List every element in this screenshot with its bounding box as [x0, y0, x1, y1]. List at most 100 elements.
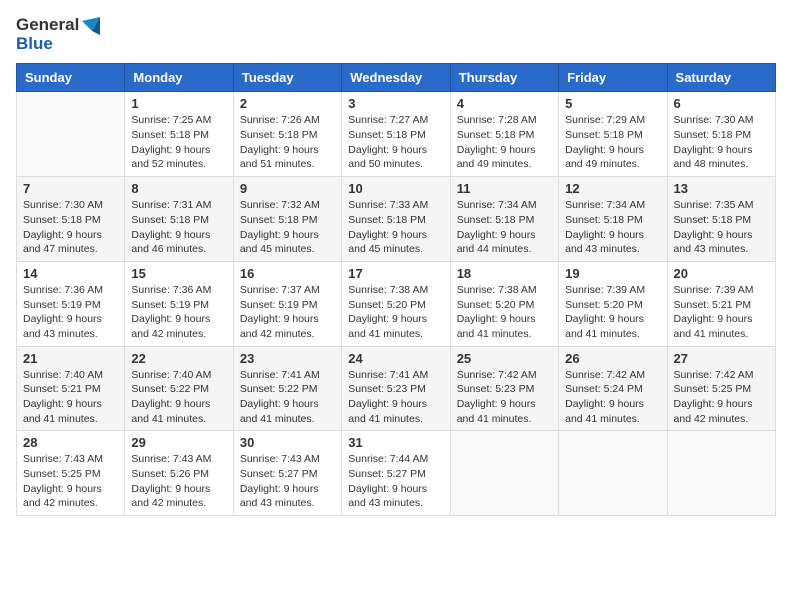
weekday-header-tuesday: Tuesday: [233, 64, 341, 92]
day-number: 24: [348, 351, 443, 366]
day-number: 12: [565, 181, 660, 196]
day-number: 21: [23, 351, 118, 366]
day-number: 20: [674, 266, 769, 281]
calendar-cell: 5 Sunrise: 7:29 AMSunset: 5:18 PMDaylight…: [559, 92, 667, 177]
day-info: Sunrise: 7:33 AMSunset: 5:18 PMDaylight:…: [348, 198, 443, 257]
calendar-cell: 23Sunrise: 7:41 AMSunset: 5:22 PMDayligh…: [233, 346, 341, 431]
day-info: Sunrise: 7:28 AMSunset: 5:18 PMDaylight:…: [457, 113, 552, 172]
page-header: General Blue: [16, 16, 776, 53]
calendar-cell: 3 Sunrise: 7:27 AMSunset: 5:18 PMDaylight…: [342, 92, 450, 177]
calendar-cell: 19Sunrise: 7:39 AMSunset: 5:20 PMDayligh…: [559, 261, 667, 346]
calendar-cell: 28Sunrise: 7:43 AMSunset: 5:25 PMDayligh…: [17, 431, 125, 516]
day-info: Sunrise: 7:25 AMSunset: 5:18 PMDaylight:…: [131, 113, 226, 172]
day-info: Sunrise: 7:40 AMSunset: 5:22 PMDaylight:…: [131, 368, 226, 427]
day-info: Sunrise: 7:32 AMSunset: 5:18 PMDaylight:…: [240, 198, 335, 257]
day-number: 16: [240, 266, 335, 281]
day-info: Sunrise: 7:41 AMSunset: 5:22 PMDaylight:…: [240, 368, 335, 427]
calendar-cell: 29 Sunrise: 7:43 AMSunset: 5:26 PMDayligh…: [125, 431, 233, 516]
day-info: Sunrise: 7:42 AMSunset: 5:24 PMDaylight:…: [565, 368, 660, 427]
day-number: 9: [240, 181, 335, 196]
calendar-cell: [17, 92, 125, 177]
day-info: Sunrise: 7:36 AMSunset: 5:19 PMDaylight:…: [23, 283, 118, 342]
calendar-week-3: 14Sunrise: 7:36 AMSunset: 5:19 PMDayligh…: [17, 261, 776, 346]
day-number: 1: [131, 96, 226, 111]
weekday-header-sunday: Sunday: [17, 64, 125, 92]
day-number: 10: [348, 181, 443, 196]
day-number: 22: [131, 351, 226, 366]
weekday-header-saturday: Saturday: [667, 64, 775, 92]
day-number: 18: [457, 266, 552, 281]
day-info: Sunrise: 7:30 AMSunset: 5:18 PMDaylight:…: [23, 198, 118, 257]
day-info: Sunrise: 7:35 AMSunset: 5:18 PMDaylight:…: [674, 198, 769, 257]
calendar-cell: 2 Sunrise: 7:26 AMSunset: 5:18 PMDaylight…: [233, 92, 341, 177]
day-number: 6: [674, 96, 769, 111]
logo-general: General: [16, 15, 79, 34]
calendar-cell: 18 Sunrise: 7:38 AMSunset: 5:20 PMDayligh…: [450, 261, 558, 346]
day-number: 5: [565, 96, 660, 111]
calendar-cell: 12 Sunrise: 7:34 AMSunset: 5:18 PMDayligh…: [559, 177, 667, 262]
calendar-cell: 13 Sunrise: 7:35 AMSunset: 5:18 PMDayligh…: [667, 177, 775, 262]
calendar-cell: 17 Sunrise: 7:38 AMSunset: 5:20 PMDayligh…: [342, 261, 450, 346]
day-number: 30: [240, 435, 335, 450]
day-info: Sunrise: 7:43 AMSunset: 5:27 PMDaylight:…: [240, 452, 335, 511]
calendar-week-5: 28Sunrise: 7:43 AMSunset: 5:25 PMDayligh…: [17, 431, 776, 516]
calendar-cell: 21 Sunrise: 7:40 AMSunset: 5:21 PMDayligh…: [17, 346, 125, 431]
logo-blue: Blue: [16, 34, 53, 53]
calendar-week-1: 1 Sunrise: 7:25 AMSunset: 5:18 PMDaylight…: [17, 92, 776, 177]
day-info: Sunrise: 7:40 AMSunset: 5:21 PMDaylight:…: [23, 368, 118, 427]
calendar-cell: 26 Sunrise: 7:42 AMSunset: 5:24 PMDayligh…: [559, 346, 667, 431]
day-info: Sunrise: 7:38 AMSunset: 5:20 PMDaylight:…: [348, 283, 443, 342]
day-number: 2: [240, 96, 335, 111]
day-info: Sunrise: 7:39 AMSunset: 5:21 PMDaylight:…: [674, 283, 769, 342]
calendar-cell: 27Sunrise: 7:42 AMSunset: 5:25 PMDayligh…: [667, 346, 775, 431]
day-info: Sunrise: 7:39 AMSunset: 5:20 PMDaylight:…: [565, 283, 660, 342]
calendar-cell: 25Sunrise: 7:42 AMSunset: 5:23 PMDayligh…: [450, 346, 558, 431]
day-number: 15: [131, 266, 226, 281]
calendar-cell: 6 Sunrise: 7:30 AMSunset: 5:18 PMDaylight…: [667, 92, 775, 177]
calendar-cell: [667, 431, 775, 516]
day-info: Sunrise: 7:41 AMSunset: 5:23 PMDaylight:…: [348, 368, 443, 427]
calendar-cell: 15 Sunrise: 7:36 AMSunset: 5:19 PMDayligh…: [125, 261, 233, 346]
weekday-header-wednesday: Wednesday: [342, 64, 450, 92]
day-number: 8: [131, 181, 226, 196]
day-number: 26: [565, 351, 660, 366]
calendar-cell: 31Sunrise: 7:44 AMSunset: 5:27 PMDayligh…: [342, 431, 450, 516]
day-number: 27: [674, 351, 769, 366]
day-info: Sunrise: 7:43 AMSunset: 5:25 PMDaylight:…: [23, 452, 118, 511]
day-info: Sunrise: 7:31 AMSunset: 5:18 PMDaylight:…: [131, 198, 226, 257]
calendar-header-row: SundayMondayTuesdayWednesdayThursdayFrid…: [17, 64, 776, 92]
calendar-cell: 7Sunrise: 7:30 AMSunset: 5:18 PMDaylight…: [17, 177, 125, 262]
day-number: 4: [457, 96, 552, 111]
calendar-cell: 20 Sunrise: 7:39 AMSunset: 5:21 PMDayligh…: [667, 261, 775, 346]
calendar-cell: [559, 431, 667, 516]
day-info: Sunrise: 7:30 AMSunset: 5:18 PMDaylight:…: [674, 113, 769, 172]
day-info: Sunrise: 7:38 AMSunset: 5:20 PMDaylight:…: [457, 283, 552, 342]
calendar-cell: 22 Sunrise: 7:40 AMSunset: 5:22 PMDayligh…: [125, 346, 233, 431]
day-info: Sunrise: 7:34 AMSunset: 5:18 PMDaylight:…: [565, 198, 660, 257]
calendar-cell: 14Sunrise: 7:36 AMSunset: 5:19 PMDayligh…: [17, 261, 125, 346]
calendar-cell: 9 Sunrise: 7:32 AMSunset: 5:18 PMDaylight…: [233, 177, 341, 262]
calendar-cell: 16Sunrise: 7:37 AMSunset: 5:19 PMDayligh…: [233, 261, 341, 346]
calendar-cell: 10 Sunrise: 7:33 AMSunset: 5:18 PMDayligh…: [342, 177, 450, 262]
calendar-cell: 11Sunrise: 7:34 AMSunset: 5:18 PMDayligh…: [450, 177, 558, 262]
day-info: Sunrise: 7:27 AMSunset: 5:18 PMDaylight:…: [348, 113, 443, 172]
day-info: Sunrise: 7:26 AMSunset: 5:18 PMDaylight:…: [240, 113, 335, 172]
day-info: Sunrise: 7:43 AMSunset: 5:26 PMDaylight:…: [131, 452, 226, 511]
weekday-header-thursday: Thursday: [450, 64, 558, 92]
day-number: 31: [348, 435, 443, 450]
calendar-cell: 4 Sunrise: 7:28 AMSunset: 5:18 PMDaylight…: [450, 92, 558, 177]
day-info: Sunrise: 7:36 AMSunset: 5:19 PMDaylight:…: [131, 283, 226, 342]
day-number: 13: [674, 181, 769, 196]
day-number: 17: [348, 266, 443, 281]
logo-bird-icon: [82, 17, 100, 35]
day-number: 29: [131, 435, 226, 450]
calendar-body: 1 Sunrise: 7:25 AMSunset: 5:18 PMDaylight…: [17, 92, 776, 516]
day-number: 25: [457, 351, 552, 366]
weekday-header-monday: Monday: [125, 64, 233, 92]
calendar-table: SundayMondayTuesdayWednesdayThursdayFrid…: [16, 63, 776, 516]
calendar-cell: 30 Sunrise: 7:43 AMSunset: 5:27 PMDayligh…: [233, 431, 341, 516]
logo-wordmark: General Blue: [16, 16, 100, 53]
day-info: Sunrise: 7:29 AMSunset: 5:18 PMDaylight:…: [565, 113, 660, 172]
day-number: 3: [348, 96, 443, 111]
logo: General Blue: [16, 16, 100, 53]
